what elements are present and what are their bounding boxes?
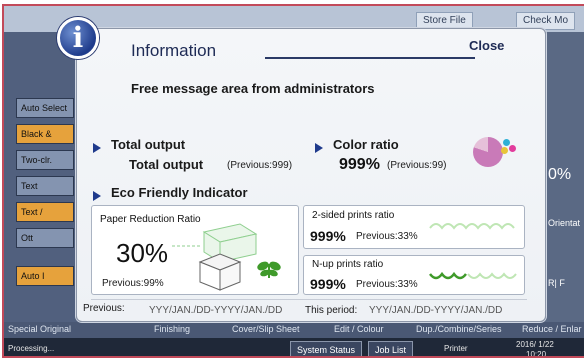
n-up-sprouts-icon <box>429 271 517 280</box>
close-button[interactable]: Close <box>469 38 504 53</box>
yellow-dot-icon <box>501 147 508 154</box>
total-output-arrow-icon <box>93 143 101 153</box>
processing-status: Processing... <box>8 344 55 353</box>
eco-arrow-icon <box>93 191 101 201</box>
auto-select-button[interactable]: Auto Select <box>16 98 74 118</box>
special-original-tab[interactable]: Special Original <box>8 324 71 334</box>
two-sided-previous: Previous:33% <box>356 231 418 242</box>
orientation-label[interactable]: Orientat <box>548 218 580 228</box>
cyan-dot-icon <box>503 139 510 146</box>
n-up-title: N-up prints ratio <box>312 259 384 270</box>
footer-divider <box>91 299 527 300</box>
two-color-button[interactable]: Two-clr. <box>16 150 74 170</box>
paper-stack-icon <box>172 223 258 291</box>
magenta-dot-icon <box>509 145 516 152</box>
sprout-icon <box>257 261 281 278</box>
color-ratio-previous: (Previous:99) <box>387 160 447 171</box>
other-button[interactable]: Ott <box>16 228 74 248</box>
total-output-heading: Total output <box>111 137 186 152</box>
text-button[interactable]: Text <box>16 176 74 196</box>
two-sided-value: 999% <box>310 228 346 244</box>
cover-slip-tab[interactable]: Cover/Slip Sheet <box>232 324 300 334</box>
previous-period-label: Previous: <box>83 303 125 314</box>
date-label: 2016/ 1/22 <box>516 340 554 349</box>
n-up-panel: N-up prints ratio 999% Previous:33% <box>303 255 525 295</box>
time-label: 10:20 <box>526 350 547 358</box>
system-status-button[interactable]: System Status <box>290 341 363 356</box>
edit-colour-tab[interactable]: Edit / Colour <box>334 324 384 334</box>
eco-heading: Eco Friendly Indicator <box>111 185 248 200</box>
function-tab-row: Special Original Finishing Cover/Slip Sh… <box>4 322 584 338</box>
paper-reduction-previous: Previous:99% <box>102 278 164 289</box>
left-panel: Auto Select Black & Two-clr. Text Text /… <box>4 32 80 332</box>
rf-label[interactable]: R| F <box>548 278 565 288</box>
auto-image-density-button[interactable]: Auto I <box>16 266 74 286</box>
job-list-button[interactable]: Job List <box>368 341 414 356</box>
previous-period-value: YYY/JAN./DD-YYYY/JAN./DD <box>149 305 283 316</box>
paper-reduction-value: 30% <box>116 238 169 268</box>
two-sided-panel: 2-sided prints ratio 999% Previous:33% <box>303 205 525 249</box>
n-up-value: 999% <box>310 276 346 292</box>
color-ratio-arrow-icon <box>315 143 323 153</box>
admin-message: Free message area from administrators <box>131 81 375 96</box>
right-panel: 0% Orientat R| F <box>544 32 584 332</box>
two-sided-title: 2-sided prints ratio <box>312 210 395 221</box>
status-bar: Processing... System Status Job List Pri… <box>4 338 584 358</box>
total-output-previous: (Previous:999) <box>227 160 293 171</box>
black-white-button[interactable]: Black & <box>16 124 74 144</box>
dialog-title: Information <box>131 41 217 60</box>
reduce-percent-label: 0% <box>548 166 572 183</box>
finishing-tab[interactable]: Finishing <box>154 324 190 334</box>
total-output-label: Total output <box>129 157 204 172</box>
two-sided-sprouts-icon <box>429 223 515 230</box>
this-period-value: YYY/JAN./DD-YYYY/JAN./DD <box>369 305 503 316</box>
information-dialog: i Information Close Free message area fr… <box>57 17 546 322</box>
color-ratio-value: 999% <box>339 156 380 173</box>
text-photo-button[interactable]: Text / <box>16 202 74 222</box>
paper-reduction-panel: Paper Reduction Ratio 30% Previous:99% <box>91 205 299 295</box>
color-ratio-heading: Color ratio <box>333 137 399 152</box>
info-icon: i <box>57 17 99 59</box>
reduce-enlarge-tab[interactable]: Reduce / Enlar <box>522 324 582 334</box>
printer-label: Printer <box>444 344 468 353</box>
color-ratio-pie-icon <box>473 137 503 167</box>
n-up-previous: Previous:33% <box>356 279 418 290</box>
dup-combine-tab[interactable]: Dup./Combine/Series <box>416 324 502 334</box>
title-underline <box>265 57 475 59</box>
this-period-label: This period: <box>305 305 358 316</box>
